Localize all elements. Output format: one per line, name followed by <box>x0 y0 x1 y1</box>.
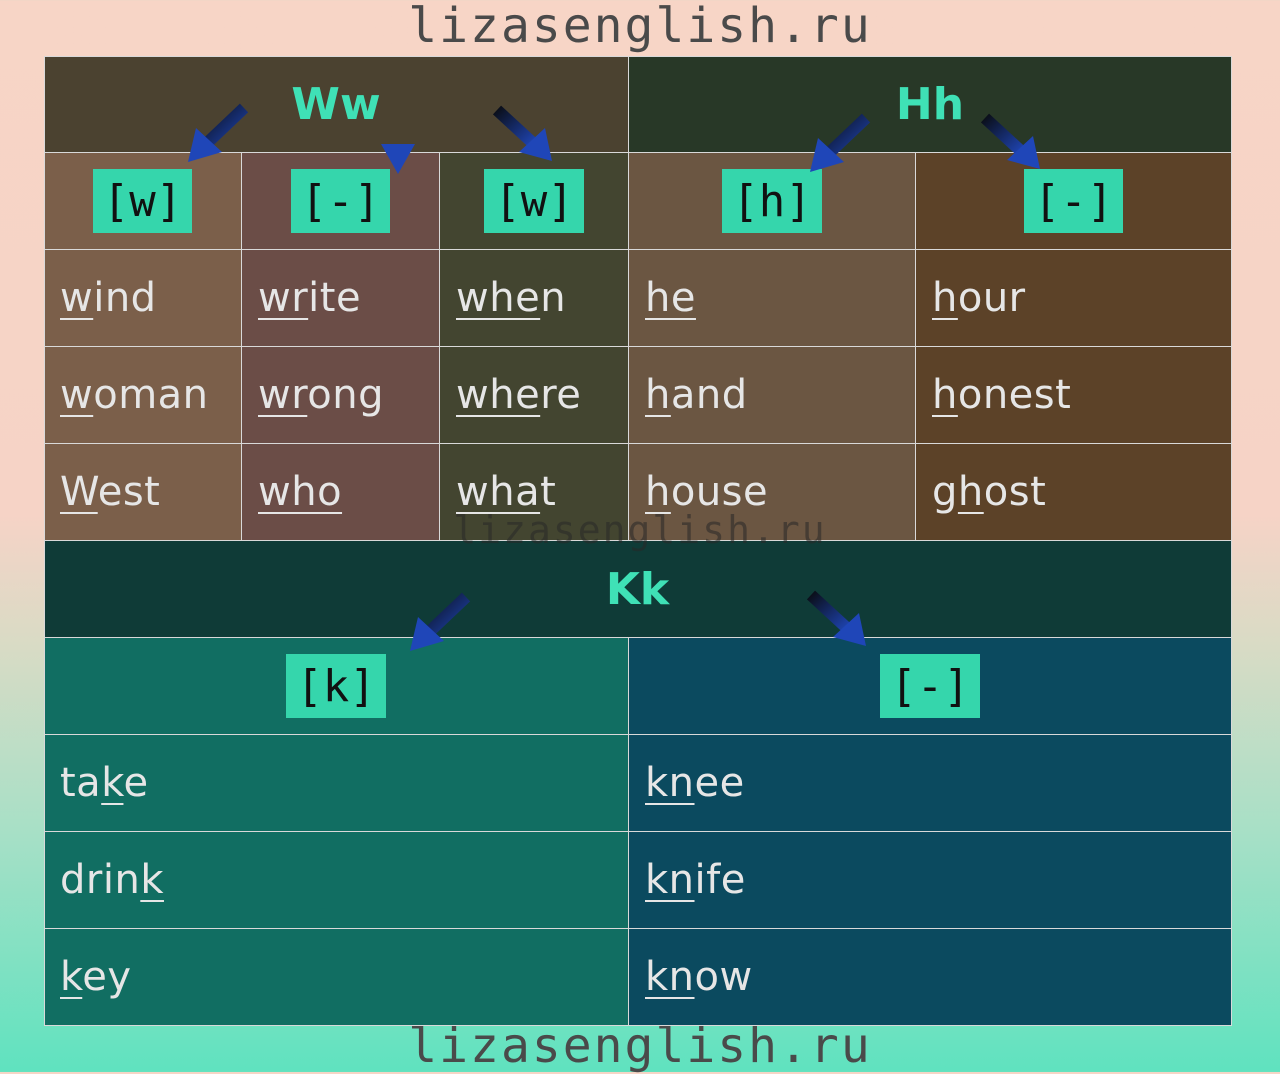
arrow-ww-middle <box>381 98 415 174</box>
arrow-ww-right <box>492 105 552 161</box>
arrow-kk-left <box>410 592 471 651</box>
arrow-kk-right <box>806 590 866 646</box>
arrow-hh-left <box>810 113 871 172</box>
watermark-middle: lizasenglish.ru <box>453 508 827 552</box>
arrow-hh-right <box>980 113 1040 169</box>
arrow-ww-left <box>188 103 249 162</box>
